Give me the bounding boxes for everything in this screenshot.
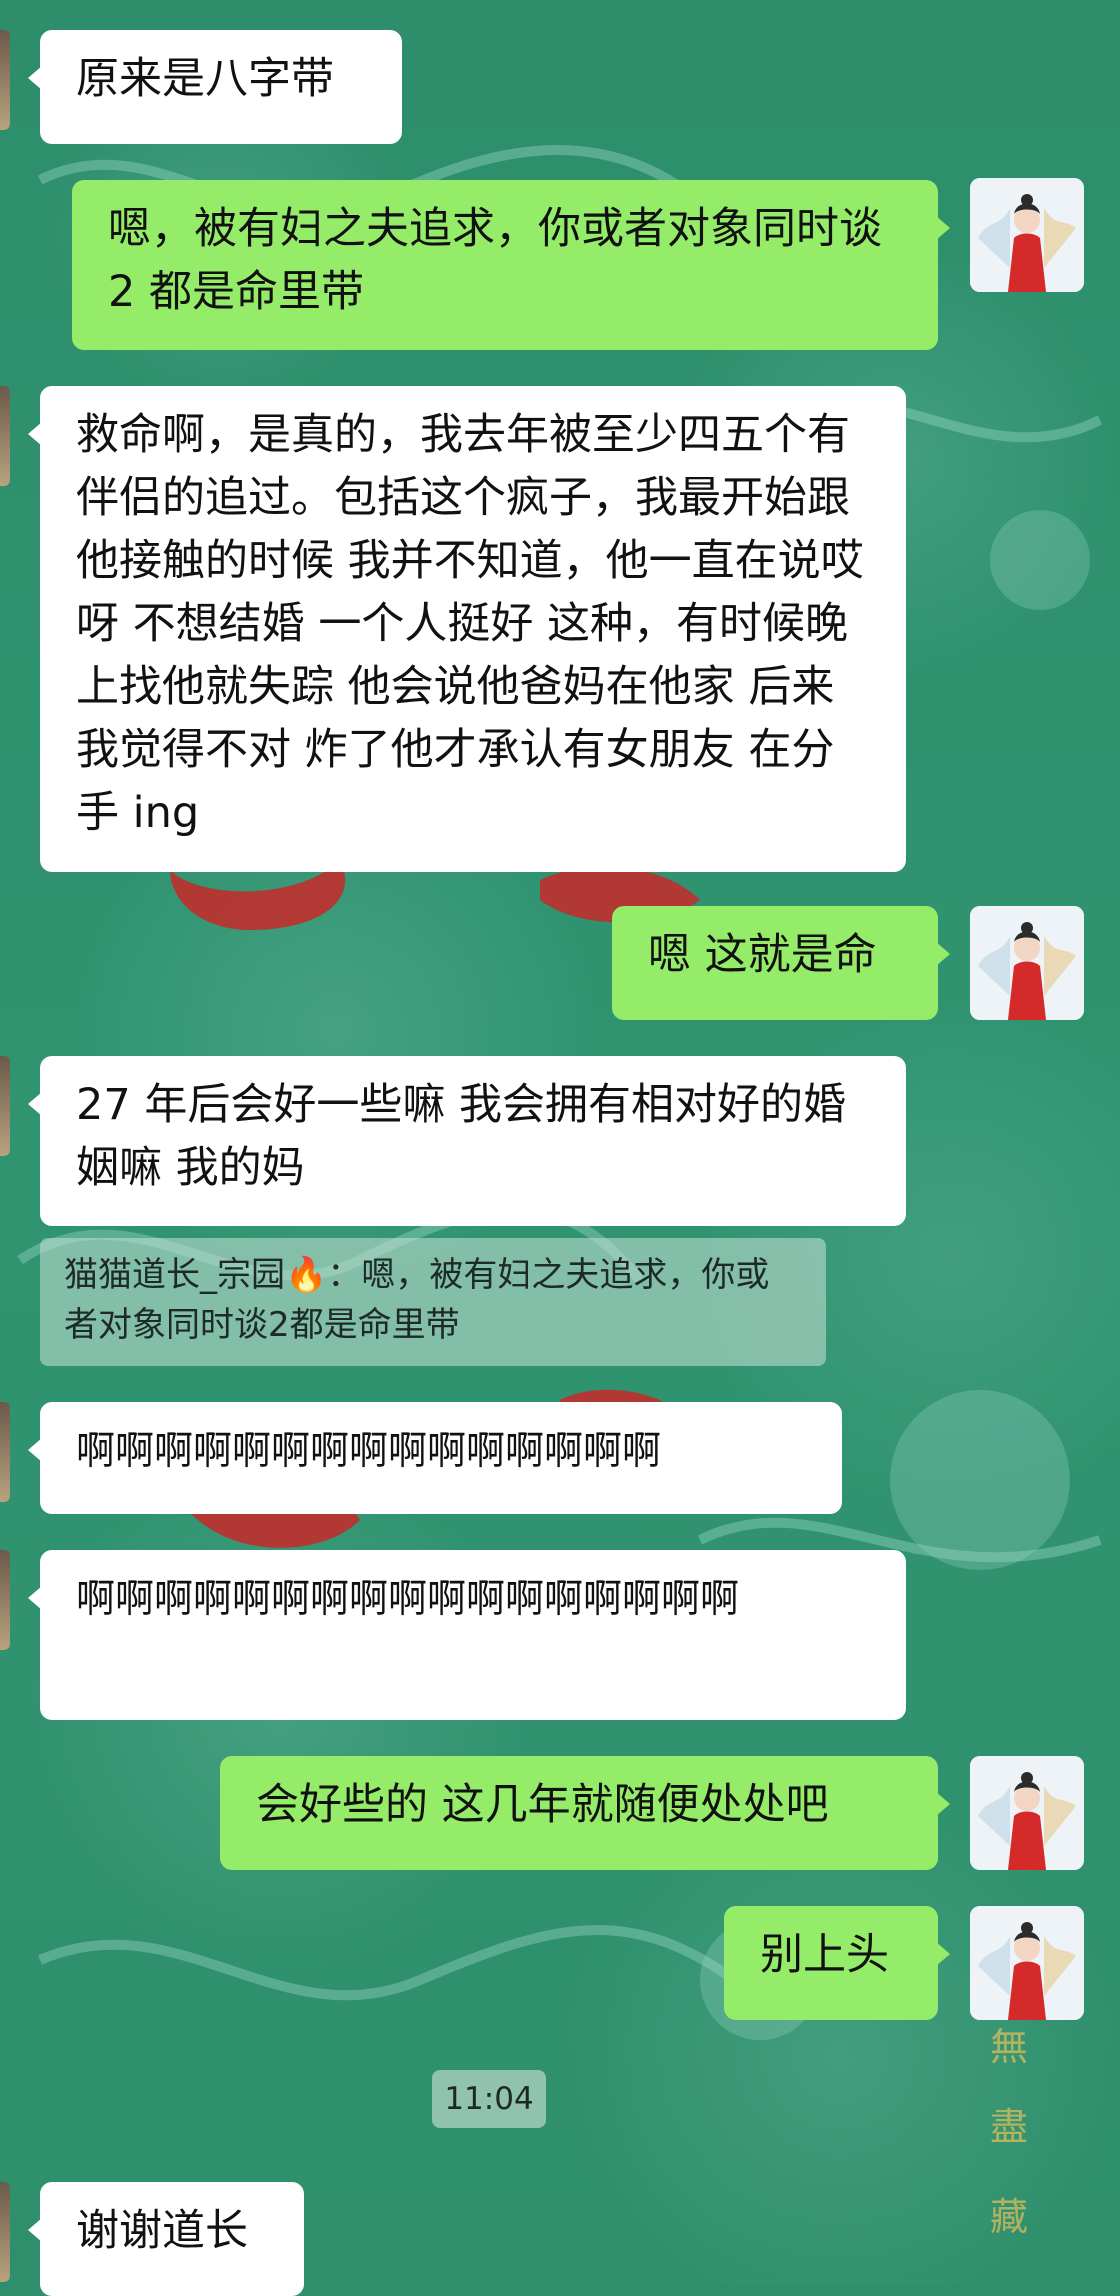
partial-avatar[interactable]: [0, 2182, 10, 2282]
message-bubble-outgoing[interactable]: 嗯 这就是命: [612, 906, 950, 1020]
avatar[interactable]: [970, 906, 1084, 1020]
timestamp: 11:04: [432, 2070, 546, 2128]
partial-avatar[interactable]: [0, 1402, 10, 1502]
partial-avatar[interactable]: [0, 1550, 10, 1650]
message-bubble-incoming[interactable]: 原来是八字带: [28, 30, 402, 144]
svg-text:盡: 盡: [990, 2105, 1028, 2149]
svg-text:藏: 藏: [990, 2195, 1028, 2239]
message-bubble-outgoing[interactable]: 嗯，被有妇之夫追求，你或者对象同时谈 2 都是命里带: [72, 180, 950, 350]
partial-avatar[interactable]: [0, 386, 10, 486]
avatar-icon: [970, 1906, 1084, 2020]
message-bubble-incoming[interactable]: 救命啊，是真的，我去年被至少四五个有伴侣的追过。包括这个疯子，我最开始跟他接触的…: [28, 386, 906, 872]
avatar[interactable]: [970, 178, 1084, 292]
avatar-icon: [970, 1756, 1084, 1870]
message-bubble-outgoing[interactable]: 别上头: [724, 1906, 950, 2020]
partial-avatar[interactable]: [0, 30, 10, 130]
avatar[interactable]: [970, 1906, 1084, 2020]
svg-text:無: 無: [990, 2025, 1028, 2069]
avatar-icon: [970, 906, 1084, 1020]
quoted-reply[interactable]: 猫猫道长_宗园🔥：嗯，被有妇之夫追求，你或者对象同时谈2都是命里带: [40, 1238, 826, 1366]
message-bubble-incoming[interactable]: 27 年后会好一些嘛 我会拥有相对好的婚姻嘛 我的妈: [28, 1056, 906, 1226]
message-bubble-incoming[interactable]: 啊啊啊啊啊啊啊啊啊啊啊啊啊啊啊啊啊: [28, 1550, 906, 1720]
partial-avatar[interactable]: [0, 1056, 10, 1156]
message-bubble-outgoing[interactable]: 会好些的 这几年就随便处处吧: [220, 1756, 950, 1870]
message-bubble-incoming[interactable]: 啊啊啊啊啊啊啊啊啊啊啊啊啊啊啊: [28, 1402, 842, 1514]
avatar[interactable]: [970, 1756, 1084, 1870]
avatar-icon: [970, 178, 1084, 292]
message-bubble-incoming[interactable]: 谢谢道长: [28, 2182, 304, 2296]
